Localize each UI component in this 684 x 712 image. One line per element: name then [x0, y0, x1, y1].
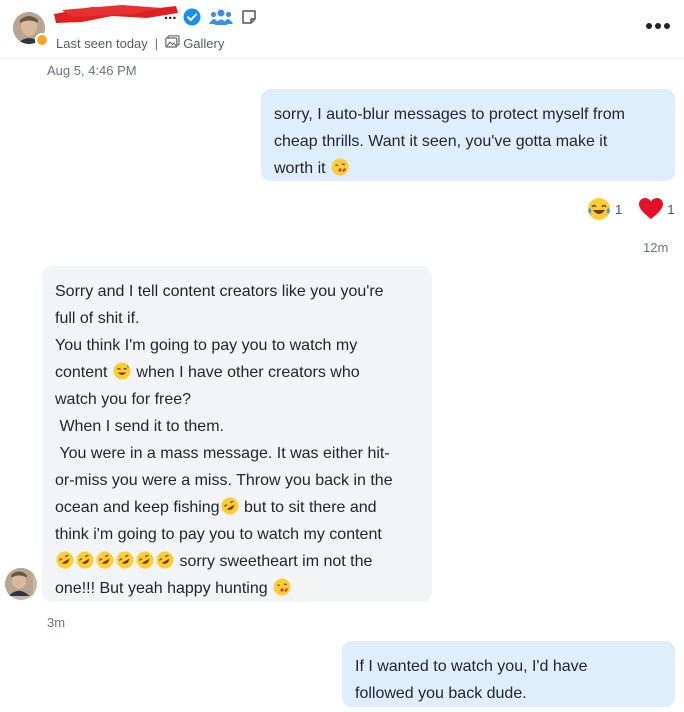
last-seen-text: Last seen today: [56, 35, 148, 51]
redacted-username: [54, 5, 178, 23]
online-status-dot: [35, 33, 49, 47]
message-line: when I have other creators who: [131, 364, 360, 381]
red-heart-icon: [639, 198, 664, 219]
message-line: followed you back dude.: [355, 685, 527, 702]
more-dot-icon: [646, 23, 652, 29]
outgoing-message-bubble[interactable]: If I wanted to watch you, I'd have follo…: [342, 641, 675, 707]
message-line: content: [55, 364, 112, 381]
kiss-face-icon: [331, 158, 349, 176]
sender-avatar[interactable]: [5, 568, 37, 600]
message-line: If I wanted to watch you, I'd have: [355, 658, 588, 675]
rofl-icon: [156, 551, 174, 569]
message-line: one!!! But yeah happy hunting: [55, 580, 273, 597]
message-line: sorry sweetheart im not the: [175, 553, 373, 570]
gallery-link[interactable]: Gallery: [183, 36, 224, 51]
message-line: but to sit there and: [239, 499, 377, 516]
contact-status: Last seen today | Gallery: [56, 35, 224, 51]
laughing-tears-icon: [588, 198, 610, 220]
message-line: full of shit if.: [55, 310, 140, 327]
rofl-icon: [136, 551, 154, 569]
reaction-laughing[interactable]: 1: [586, 196, 634, 222]
message-timestamp: 12m: [643, 240, 669, 255]
incoming-message-bubble[interactable]: Sorry and I tell content creators like y…: [42, 266, 432, 602]
message-line: sorry, I auto-blur messages to protect m…: [274, 106, 625, 123]
contact-name[interactable]: ...: [164, 6, 177, 23]
verified-badge-icon: [183, 8, 201, 26]
reaction-count: 1: [615, 201, 623, 217]
message-line: Sorry and I tell content creators like y…: [55, 283, 384, 300]
notes-icon[interactable]: [241, 9, 257, 25]
message-timestamp: 3m: [47, 615, 66, 630]
reaction-heart[interactable]: 1: [638, 197, 674, 221]
rofl-icon: [96, 551, 114, 569]
message-reactions: 1 1: [582, 196, 674, 222]
message-line: worth it: [274, 160, 331, 177]
more-dot-icon: [664, 23, 670, 29]
rofl-icon: [56, 551, 74, 569]
message-line: watch you for free?: [55, 391, 192, 408]
lists-users-icon[interactable]: [209, 8, 233, 26]
rofl-icon: [76, 551, 94, 569]
sweat-smile-icon: [113, 362, 131, 380]
message-line: think i'm going to pay you to watch my c…: [55, 526, 382, 543]
rofl-icon: [116, 551, 134, 569]
outgoing-message-bubble[interactable]: sorry, I auto-blur messages to protect m…: [261, 89, 675, 181]
message-timestamp: Aug 5, 4:46 PM: [47, 63, 137, 78]
rofl-icon: [221, 497, 239, 515]
status-separator: |: [154, 35, 159, 51]
chat-header: ... Last seen today | Gallery: [0, 0, 684, 59]
message-line: You were in a mass message. It was eithe…: [55, 445, 390, 462]
more-dot-icon: [655, 23, 661, 29]
message-line: cheap thrills. Want it seen, you've gott…: [274, 133, 608, 150]
kiss-face-icon: [273, 578, 291, 596]
gallery-icon[interactable]: [165, 35, 180, 51]
message-line: ocean and keep fishing: [55, 499, 220, 516]
more-options-button[interactable]: [646, 17, 670, 35]
message-line: You think I'm going to pay you to watch …: [55, 337, 358, 354]
message-line: or-miss you were a miss. Throw you back …: [55, 472, 393, 489]
reaction-count: 1: [667, 201, 675, 217]
message-line: When I send it to them.: [55, 418, 224, 435]
